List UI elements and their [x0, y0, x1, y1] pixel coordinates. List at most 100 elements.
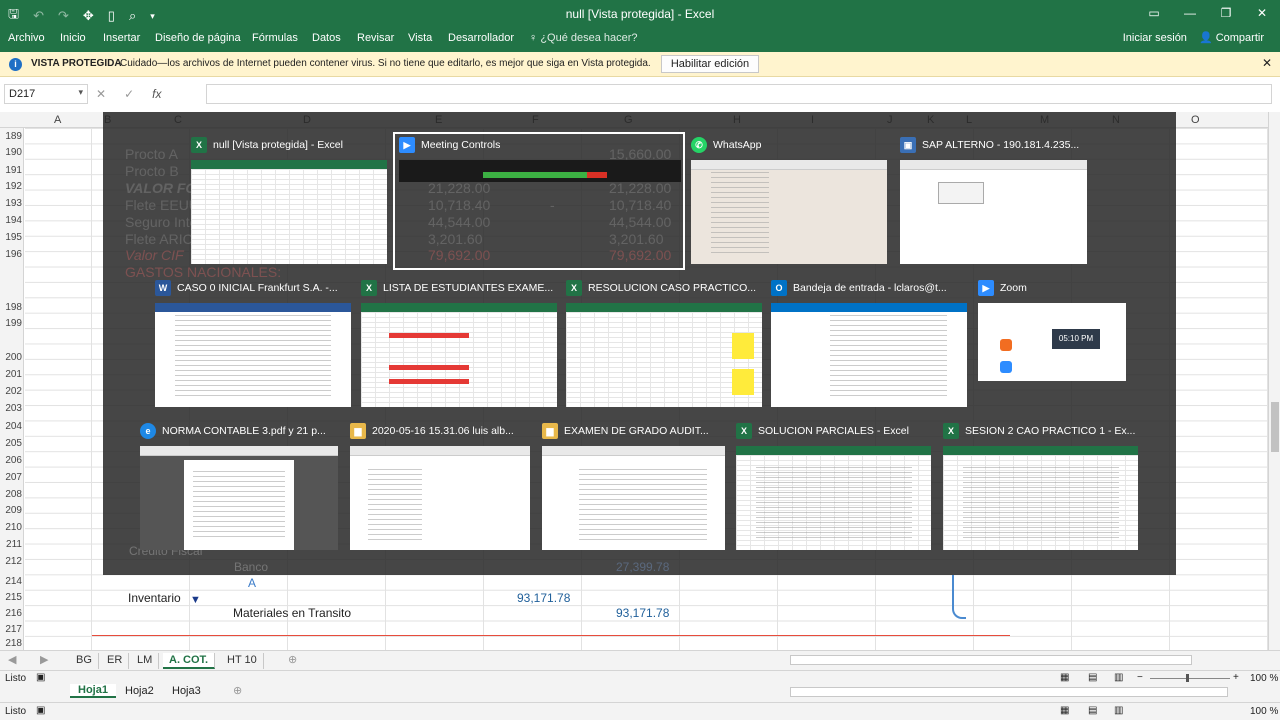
sheet-tab-bg[interactable]: BG: [70, 653, 99, 669]
task-window-solucion-parciales[interactable]: X SOLUCION PARCIALES - Excel: [736, 420, 931, 552]
row-header[interactable]: 201: [0, 369, 22, 380]
row-header[interactable]: 189: [0, 131, 22, 142]
column-header[interactable]: A: [54, 114, 61, 126]
row-header[interactable]: 194: [0, 215, 22, 226]
task-window-norma-contable[interactable]: e NORMA CONTABLE 3.pdf y 21 p...: [140, 420, 338, 552]
macro-recording-icon[interactable]: ▣: [36, 705, 45, 716]
cancel-icon[interactable]: ✕: [96, 87, 106, 101]
column-header[interactable]: O: [1191, 114, 1200, 126]
row-header[interactable]: 190: [0, 147, 22, 158]
row-header[interactable]: 191: [0, 165, 22, 176]
task-window-outlook[interactable]: O Bandeja de entrada - lclaros@t...: [771, 277, 967, 409]
ribbon-display-options-icon[interactable]: ▭: [1136, 0, 1172, 26]
row-header[interactable]: 195: [0, 232, 22, 243]
task-window-zoom[interactable]: ▶ Zoom 05:10 PM: [978, 277, 1126, 409]
task-window-excel-null[interactable]: Xnull [Vista protegida] - Excel: [191, 134, 387, 266]
prev-sheet-icon[interactable]: ◀: [8, 653, 16, 666]
add-sheet-icon[interactable]: ⊕: [233, 684, 242, 697]
formula-input[interactable]: [206, 84, 1272, 104]
protected-view-label: VISTA PROTEGIDA: [31, 58, 122, 69]
tell-me-box[interactable]: ♀ ¿Qué desea hacer?: [529, 32, 638, 44]
zoom-slider[interactable]: [1150, 678, 1230, 679]
sheet-tab-er[interactable]: ER: [101, 653, 130, 669]
horizontal-scrollbar[interactable]: [790, 655, 1192, 665]
cell-inventario[interactable]: Inventario: [128, 591, 181, 605]
cell-a-label[interactable]: A: [248, 576, 256, 590]
cell-inventario-value[interactable]: 93,171.78: [517, 591, 570, 605]
sheet-tab-hoja3[interactable]: Hoja3: [172, 685, 201, 697]
row-header[interactable]: 218: [0, 638, 22, 649]
row-header[interactable]: 208: [0, 489, 22, 500]
row-header[interactable]: 212: [0, 556, 22, 567]
cell-materiales-value[interactable]: 93,171.78: [616, 606, 669, 620]
sheet-tab-ht-10[interactable]: HT 10: [221, 653, 264, 669]
vertical-scrollbar[interactable]: [1268, 112, 1280, 650]
enable-editing-button[interactable]: Habilitar edición: [661, 55, 759, 73]
tab-diseno-pagina[interactable]: Diseño de página: [155, 32, 241, 44]
close-button[interactable]: ✕: [1244, 0, 1280, 26]
task-window-whatsapp[interactable]: ✆ WhatsApp: [691, 134, 887, 266]
page-layout-icon[interactable]: ▤: [1088, 705, 1097, 716]
row-header[interactable]: 205: [0, 438, 22, 449]
enter-icon[interactable]: ✓: [124, 87, 134, 101]
task-window-examen-grado[interactable]: ▆ EXAMEN DE GRADO AUDIT...: [542, 420, 725, 552]
window-title: null [Vista protegida] - Excel: [565, 7, 715, 21]
task-window-lista-estudiantes[interactable]: X LISTA DE ESTUDIANTES EXAME...: [361, 277, 557, 409]
participants-indicator: [483, 172, 587, 178]
tab-archivo[interactable]: Archivo: [8, 32, 45, 44]
sheet-tab-lm[interactable]: LM: [131, 653, 160, 669]
row-header[interactable]: 198: [0, 302, 22, 313]
row-header[interactable]: 206: [0, 455, 22, 466]
name-box[interactable]: D217 ▾: [4, 84, 88, 104]
row-header[interactable]: 209: [0, 505, 22, 516]
row-header[interactable]: 202: [0, 386, 22, 397]
tab-desarrollador[interactable]: Desarrollador: [448, 32, 514, 44]
task-window-folder-luis[interactable]: ▆ 2020-05-16 15.31.06 luis alb...: [350, 420, 530, 552]
shield-icon: i: [9, 58, 22, 71]
chevron-down-icon[interactable]: ▾: [78, 87, 83, 98]
row-header[interactable]: 196: [0, 249, 22, 260]
sheet-tab-a-cot[interactable]: A. COT.: [163, 653, 216, 669]
tab-formulas[interactable]: Fórmulas: [252, 32, 298, 44]
bracket-annotation: [952, 575, 966, 619]
tab-datos[interactable]: Datos: [312, 32, 341, 44]
scroll-thumb[interactable]: [1271, 402, 1279, 452]
row-header[interactable]: 210: [0, 522, 22, 533]
row-header[interactable]: 204: [0, 421, 22, 432]
restore-button[interactable]: ❐: [1208, 0, 1244, 26]
row-header[interactable]: 192: [0, 181, 22, 192]
row-header[interactable]: 217: [0, 624, 22, 635]
task-window-sesion-2[interactable]: X SESION 2 CAO PRACTICO 1 - Ex...: [943, 420, 1138, 552]
zoom-level[interactable]: 100 %: [1250, 706, 1278, 717]
task-window-sap[interactable]: ▣ SAP ALTERNO - 190.181.4.235...: [900, 134, 1087, 266]
next-sheet-icon[interactable]: ▶: [40, 653, 48, 666]
task-window-caso-0[interactable]: W CASO 0 INICIAL Frankfurt S.A. -...: [155, 277, 351, 409]
normal-view-icon[interactable]: ▦: [1060, 705, 1069, 716]
minimize-button[interactable]: —: [1172, 0, 1208, 26]
cell-materiales-transito[interactable]: Materiales en Transito: [233, 606, 351, 620]
page-break-icon[interactable]: ▥: [1114, 705, 1123, 716]
add-sheet-icon[interactable]: ⊕: [288, 653, 297, 666]
bg-text: Valor CIF: [125, 247, 184, 263]
share-button[interactable]: 👤 Compartir: [1199, 31, 1264, 44]
row-header[interactable]: 200: [0, 352, 22, 363]
sign-in-link[interactable]: Iniciar sesión: [1123, 32, 1187, 44]
task-window-resolucion[interactable]: X RESOLUCION CASO PRACTICO...: [566, 277, 762, 409]
row-header[interactable]: 215: [0, 592, 22, 603]
tab-vista[interactable]: Vista: [408, 32, 432, 44]
sheet-tab-hoja2[interactable]: Hoja2: [125, 685, 154, 697]
row-header[interactable]: 207: [0, 472, 22, 483]
close-icon[interactable]: ✕: [1262, 56, 1272, 70]
tab-inicio[interactable]: Inicio: [60, 32, 86, 44]
row-header[interactable]: 199: [0, 318, 22, 329]
sheet-tab-hoja1[interactable]: Hoja1: [70, 684, 116, 698]
row-header[interactable]: 211: [0, 539, 22, 550]
row-header[interactable]: 203: [0, 403, 22, 414]
tab-revisar[interactable]: Revisar: [357, 32, 394, 44]
row-header[interactable]: 214: [0, 576, 22, 587]
insert-function-icon[interactable]: fx: [152, 87, 161, 101]
horizontal-scrollbar[interactable]: [790, 687, 1228, 697]
tab-insertar[interactable]: Insertar: [103, 32, 140, 44]
row-header[interactable]: 216: [0, 608, 22, 619]
row-header[interactable]: 193: [0, 198, 22, 209]
